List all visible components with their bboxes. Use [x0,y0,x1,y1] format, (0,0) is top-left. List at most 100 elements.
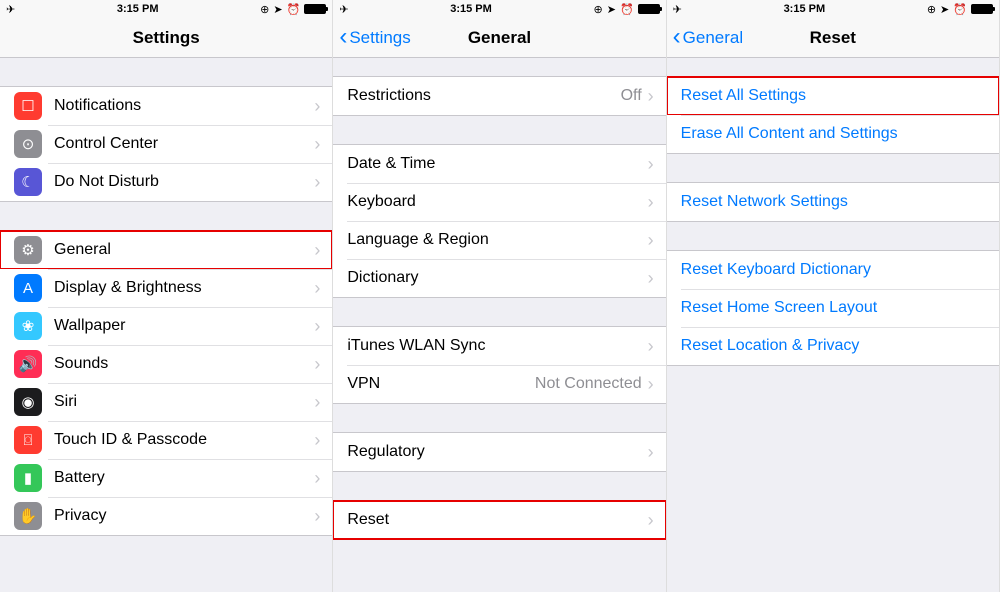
battery-icon [304,4,326,14]
nav-bar: Settings [0,18,332,58]
list-row[interactable]: Reset Location & Privacy [667,327,999,365]
chevron-right-icon: › [314,430,320,451]
settings-row[interactable]: ADisplay & Brightness› [0,269,332,307]
list-row[interactable]: Erase All Content and Settings [667,115,999,153]
back-label: Settings [349,28,410,48]
row-label: Dictionary [347,269,647,287]
orientation-lock-icon: ⊕ [260,3,269,16]
list-row[interactable]: Reset Home Screen Layout [667,289,999,327]
back-label: General [683,28,743,48]
chevron-right-icon: › [648,192,654,213]
page-title: Reset [810,28,856,48]
row-label: Battery [54,469,314,487]
alarm-icon: ⏰ [620,3,634,16]
row-label: Sounds [54,355,314,373]
row-label: Keyboard [347,193,647,211]
list-row[interactable]: iTunes WLAN Sync› [333,327,665,365]
row-label: VPN [347,375,535,393]
row-label: Do Not Disturb [54,173,314,191]
alarm-icon: ⏰ [953,3,967,16]
list-row[interactable]: RestrictionsOff› [333,77,665,115]
orientation-lock-icon: ⊕ [927,3,936,16]
status-time: 3:15 PM [784,3,826,15]
chevron-right-icon: › [648,510,654,531]
settings-row[interactable]: ✋Privacy› [0,497,332,535]
general-screen: ✈ 3:15 PM ⊕ ➤ ⏰ ‹ Settings General Restr… [333,0,666,592]
row-detail: Not Connected [535,375,642,393]
row-label: General [54,241,314,259]
settings-row[interactable]: ⊙Control Center› [0,125,332,163]
settings-row[interactable]: ◉Siri› [0,383,332,421]
row-label: Touch ID & Passcode [54,431,314,449]
row-label: Reset Network Settings [681,193,987,211]
chevron-right-icon: › [648,336,654,357]
privacy-icon: ✋ [14,502,42,530]
status-bar: ✈ 3:15 PM ⊕ ➤ ⏰ [333,0,665,18]
location-icon: ➤ [940,3,949,16]
chevron-right-icon: › [648,230,654,251]
row-label: Notifications [54,97,314,115]
battery-icon: ▮ [14,464,42,492]
row-detail: Off [621,87,642,105]
settings-row[interactable]: ❀Wallpaper› [0,307,332,345]
status-time: 3:15 PM [450,3,492,15]
back-button[interactable]: ‹ Settings [339,27,410,49]
list-row[interactable]: Reset All Settings [667,77,999,115]
chevron-right-icon: › [314,316,320,337]
chevron-right-icon: › [314,468,320,489]
row-label: Regulatory [347,443,647,461]
list-row[interactable]: Dictionary› [333,259,665,297]
row-label: Privacy [54,507,314,525]
airplane-mode-icon: ✈ [339,3,348,16]
row-label: Restrictions [347,87,620,105]
nav-bar: ‹ General Reset [667,18,999,58]
general-list: RestrictionsOff› Date & Time›Keyboard›La… [333,58,665,592]
touchid-icon: ⌼ [14,426,42,454]
list-row[interactable]: Keyboard› [333,183,665,221]
list-row[interactable]: Date & Time› [333,145,665,183]
reset-list: Reset All Settings Erase All Content and … [667,58,999,592]
list-row[interactable]: Reset Keyboard Dictionary [667,251,999,289]
list-row[interactable]: VPNNot Connected › [333,365,665,403]
battery-icon [971,4,993,14]
row-label: Reset [347,511,647,529]
settings-row[interactable]: ☐Notifications› [0,87,332,125]
chevron-right-icon: › [314,172,320,193]
row-label: Reset Keyboard Dictionary [681,261,987,279]
chevron-left-icon: ‹ [673,25,681,49]
list-row[interactable]: Language & Region› [333,221,665,259]
list-row[interactable]: Reset Network Settings [667,183,999,221]
page-title: Settings [133,28,200,48]
reset-screen: ✈ 3:15 PM ⊕ ➤ ⏰ ‹ General Reset Reset Al… [667,0,1000,592]
chevron-right-icon: › [648,374,654,395]
chevron-right-icon: › [314,240,320,261]
list-row[interactable]: Regulatory› [333,433,665,471]
row-label: Date & Time [347,155,647,173]
row-label: Reset Home Screen Layout [681,299,987,317]
settings-screen: ✈ 3:15 PM ⊕ ➤ ⏰ Settings ☐Notifications›… [0,0,333,592]
chevron-right-icon: › [314,278,320,299]
airplane-mode-icon: ✈ [673,3,682,16]
chevron-right-icon: › [648,154,654,175]
settings-row[interactable]: ⚙ General› [0,231,332,269]
chevron-right-icon: › [314,354,320,375]
row-label: Reset Location & Privacy [681,337,987,355]
wallpaper-icon: ❀ [14,312,42,340]
chevron-left-icon: ‹ [339,25,347,49]
row-label: Erase All Content and Settings [681,125,987,143]
settings-row[interactable]: 🔊Sounds› [0,345,332,383]
status-time: 3:15 PM [117,3,159,15]
settings-row[interactable]: ⌼ Touch ID & Passcode› [0,421,332,459]
siri-icon: ◉ [14,388,42,416]
settings-row[interactable]: ☾Do Not Disturb› [0,163,332,201]
back-button[interactable]: ‹ General [673,27,743,49]
row-label: iTunes WLAN Sync [347,337,647,355]
display-icon: A [14,274,42,302]
list-row[interactable]: Reset› [333,501,665,539]
chevron-right-icon: › [314,134,320,155]
settings-row[interactable]: ▮ Battery› [0,459,332,497]
chevron-right-icon: › [314,96,320,117]
general-icon: ⚙ [14,236,42,264]
row-label: Reset All Settings [681,87,987,105]
status-bar: ✈ 3:15 PM ⊕ ➤ ⏰ [0,0,332,18]
